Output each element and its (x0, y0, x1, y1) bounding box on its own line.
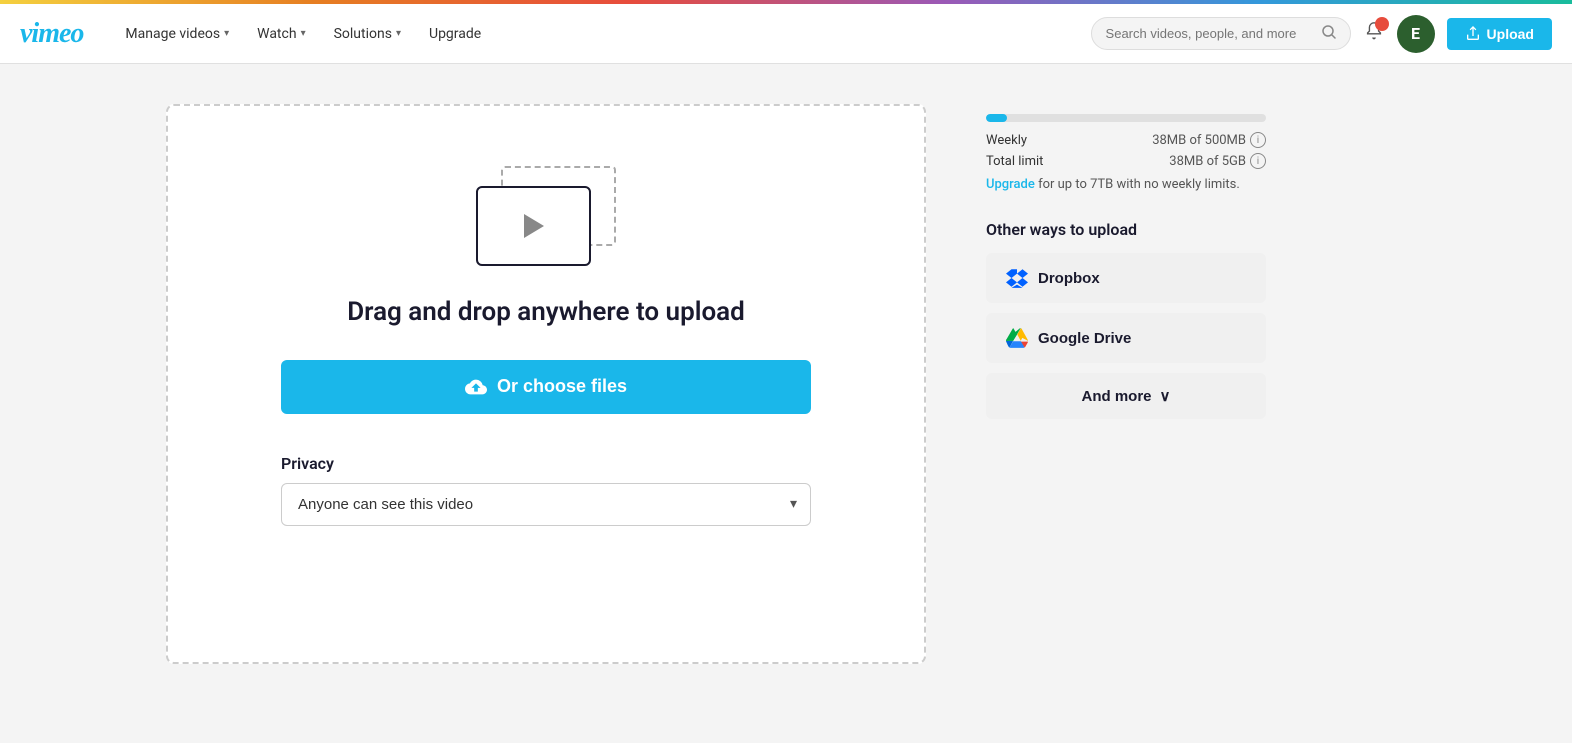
weekly-info-icon[interactable]: i (1250, 132, 1266, 148)
storage-bar-wrap: Weekly 38MB of 500MB i Total limit 38MB … (986, 114, 1266, 192)
and-more-chevron-icon: ∨ (1160, 387, 1171, 405)
weekly-storage-row: Weekly 38MB of 500MB i (986, 132, 1266, 148)
storage-bar-background (986, 114, 1266, 122)
upgrade-link[interactable]: Upgrade (986, 177, 1035, 192)
search-bar[interactable] (1091, 17, 1351, 50)
nav-upgrade[interactable]: Upgrade (417, 18, 493, 50)
right-panel: Weekly 38MB of 500MB i Total limit 38MB … (986, 104, 1266, 664)
total-storage-row: Total limit 38MB of 5GB i (986, 153, 1266, 169)
total-label: Total limit (986, 154, 1043, 169)
google-drive-upload-button[interactable]: Google Drive (986, 313, 1266, 363)
video-player-icon (476, 186, 591, 266)
privacy-label: Privacy (281, 454, 811, 473)
vimeo-logo[interactable]: vimeo (20, 18, 83, 50)
total-value: 38MB of 5GB i (1169, 153, 1266, 169)
dropbox-upload-button[interactable]: Dropbox (986, 253, 1266, 303)
storage-bar-fill (986, 114, 1007, 122)
nav-manage-videos[interactable]: Manage videos ▾ (113, 18, 241, 50)
weekly-value: 38MB of 500MB i (1152, 132, 1266, 148)
and-more-button[interactable]: And more ∨ (986, 373, 1266, 419)
header: vimeo Manage videos ▾ Watch ▾ Solutions … (0, 4, 1572, 64)
chevron-down-icon: ▾ (224, 28, 229, 39)
search-input[interactable] (1106, 26, 1316, 41)
upload-icon (1465, 26, 1481, 42)
search-icon (1322, 24, 1336, 43)
total-info-icon[interactable]: i (1250, 153, 1266, 169)
main-nav: Manage videos ▾ Watch ▾ Solutions ▾ Upgr… (113, 18, 1090, 50)
nav-watch[interactable]: Watch ▾ (245, 18, 317, 50)
notifications-bell[interactable] (1363, 21, 1385, 47)
privacy-section: Privacy Anyone can see this video ▾ (281, 454, 811, 526)
dropbox-icon (1006, 267, 1028, 289)
nav-solutions[interactable]: Solutions ▾ (322, 18, 413, 50)
upgrade-text: Upgrade for up to 7TB with no weekly lim… (986, 177, 1266, 192)
notification-badge (1375, 17, 1389, 31)
header-right: E Upload (1091, 15, 1552, 53)
upload-drop-zone[interactable]: Drag and drop anywhere to upload Or choo… (166, 104, 926, 664)
cloud-upload-icon (465, 376, 487, 398)
main-content: Drag and drop anywhere to upload Or choo… (86, 64, 1486, 704)
google-drive-icon (1006, 327, 1028, 349)
video-icon-graphic (476, 166, 616, 266)
privacy-select[interactable]: Anyone can see this video (281, 483, 811, 526)
chevron-down-icon: ▾ (396, 28, 401, 39)
chevron-down-icon: ▾ (301, 28, 306, 39)
weekly-label: Weekly (986, 133, 1027, 148)
drag-drop-text: Drag and drop anywhere to upload (347, 296, 745, 330)
header-upload-button[interactable]: Upload (1447, 18, 1552, 50)
privacy-select-wrapper[interactable]: Anyone can see this video ▾ (281, 483, 811, 526)
avatar[interactable]: E (1397, 15, 1435, 53)
other-ways-title: Other ways to upload (986, 220, 1266, 239)
choose-files-button[interactable]: Or choose files (281, 360, 811, 414)
play-triangle-icon (524, 214, 544, 238)
